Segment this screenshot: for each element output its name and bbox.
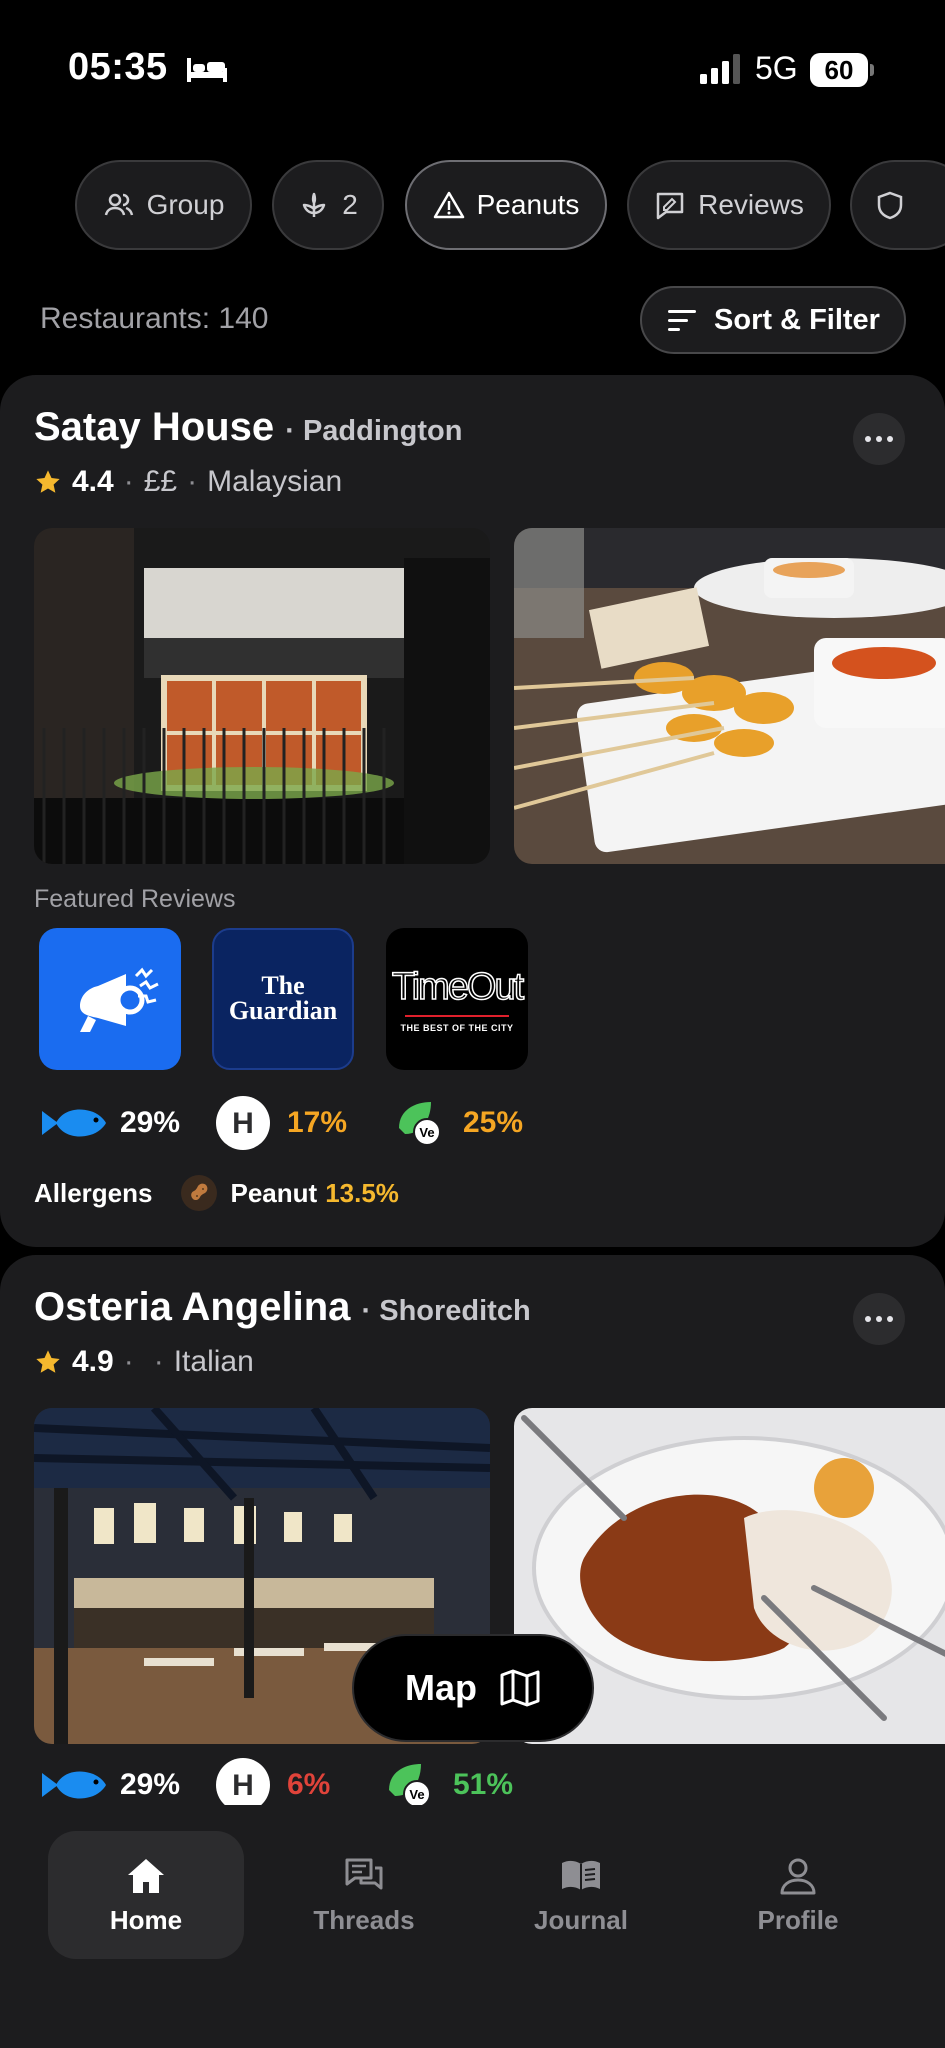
network-type: 5G: [755, 50, 798, 86]
tab-home[interactable]: Home: [48, 1831, 244, 1959]
peanut-icon: [180, 1175, 217, 1211]
sort-filter-button[interactable]: Sort & Filter: [640, 286, 906, 354]
timeout-underline: [405, 1014, 509, 1017]
score-value: 29%: [120, 1768, 181, 1801]
shield-icon: [877, 191, 903, 220]
restaurant-photo-food[interactable]: [514, 528, 945, 864]
tab-label: Threads: [313, 1904, 415, 1935]
restaurant-card[interactable]: Osteria Angelina · Shoreditch 4.9 · · It…: [0, 1255, 945, 1855]
allergens-row: Allergens Peanut 13.5%: [34, 1175, 399, 1211]
svg-text:Ve: Ve: [409, 1787, 424, 1802]
threads-icon: [345, 1858, 383, 1889]
fish-icon: [42, 1109, 106, 1137]
chip-label: Reviews: [698, 189, 804, 220]
more-options-button[interactable]: [853, 1293, 905, 1345]
rating-value: 4.9: [72, 1345, 114, 1378]
allergen-value: 13.5%: [325, 1177, 399, 1208]
restaurant-area: · Shoreditch: [361, 1295, 531, 1327]
svg-text:Ve: Ve: [419, 1125, 434, 1140]
score-value: 29%: [120, 1106, 181, 1139]
vegan-icon: Ve: [389, 1764, 431, 1808]
timeout-tagline: THE BEST OF THE CITY: [400, 1022, 514, 1033]
featured-reviews-label: Featured Reviews: [34, 885, 236, 913]
review-source-guardian[interactable]: The Guardian: [212, 928, 354, 1070]
sort-filter-label: Sort & Filter: [714, 303, 880, 336]
restaurant-name: Osteria Angelina: [34, 1285, 351, 1329]
journal-icon: [562, 1860, 600, 1890]
map-label: Map: [405, 1667, 477, 1708]
sleep-focus-icon: [187, 58, 227, 82]
star-icon: [36, 1350, 60, 1373]
restaurant-meta: 4.4 · ££ · Malaysian: [34, 465, 342, 499]
score-vegan: Ve 25%: [395, 1095, 523, 1151]
review-source-timeout[interactable]: TimeOut THE BEST OF THE CITY: [386, 928, 528, 1070]
tab-label: Home: [109, 1904, 183, 1935]
restaurant-photo-exterior[interactable]: [34, 528, 490, 864]
chip-more[interactable]: [850, 160, 945, 250]
allergen-name: Peanut: [230, 1177, 318, 1208]
status-time: 05:35: [68, 46, 168, 88]
map-icon: [500, 1669, 540, 1707]
sort-icon: [668, 310, 697, 331]
map-button[interactable]: Map: [352, 1634, 594, 1742]
review-source-megaphone[interactable]: [39, 928, 181, 1070]
guardian-name: Guardian: [228, 996, 338, 1025]
tab-threads[interactable]: Threads: [266, 1831, 462, 1959]
fish-icon: [42, 1771, 106, 1799]
score-fish: 29%: [40, 1095, 180, 1151]
restaurant-count: Restaurants: 140: [40, 302, 269, 335]
status-bar: 05:35 5G 60: [0, 0, 945, 140]
chip-label: 2: [342, 189, 358, 220]
star-icon: [36, 470, 60, 493]
restaurant-name: Satay House: [34, 405, 275, 449]
score-value: 17%: [287, 1106, 348, 1139]
cuisine: Italian: [173, 1345, 254, 1378]
battery-icon: 60: [810, 53, 874, 87]
chip-reviews[interactable]: Reviews: [627, 160, 831, 250]
people-icon: [104, 193, 133, 216]
score-value: 51%: [453, 1768, 514, 1801]
tab-journal[interactable]: Journal: [483, 1831, 679, 1959]
allergens-label: Allergens: [34, 1177, 153, 1208]
tab-profile[interactable]: Profile: [700, 1831, 896, 1959]
warning-icon: [433, 191, 464, 219]
battery-level: 60: [810, 53, 868, 87]
filter-chips: Group 2 Peanuts Reviews: [0, 160, 945, 252]
restaurant-card[interactable]: Satay House · Paddington 4.4 · ££ · Mala…: [0, 375, 945, 1247]
restaurant-title: Satay House · Paddington: [34, 405, 462, 450]
chip-label: Group: [146, 189, 225, 220]
score-halal: H 17%: [215, 1095, 347, 1151]
diet-icon: [302, 192, 326, 217]
timeout-name: TimeOut: [391, 965, 525, 1009]
tab-label: Profile: [757, 1904, 839, 1935]
tab-label: Journal: [534, 1904, 628, 1935]
vegan-icon: Ve: [399, 1102, 441, 1146]
score-value: 25%: [463, 1106, 524, 1139]
svg-text:H: H: [232, 1107, 254, 1140]
signal-icon: [700, 54, 740, 84]
megaphone-icon: [80, 967, 159, 1032]
review-icon: [656, 192, 684, 220]
home-icon: [128, 1858, 164, 1893]
rating-value: 4.4: [72, 465, 114, 498]
chip-diet[interactable]: 2: [272, 160, 384, 250]
chip-peanuts[interactable]: Peanuts: [405, 160, 607, 250]
halal-icon: H: [216, 1096, 270, 1150]
chip-label: Peanuts: [476, 189, 580, 220]
restaurant-meta: 4.9 · · Italian: [34, 1345, 254, 1379]
profile-icon: [780, 1858, 816, 1894]
price-level: ££: [143, 465, 178, 498]
restaurant-area: · Paddington: [285, 415, 463, 447]
chip-group[interactable]: Group: [75, 160, 252, 250]
more-options-button[interactable]: [853, 413, 905, 465]
cuisine: Malaysian: [207, 465, 343, 498]
score-value: 6%: [287, 1768, 331, 1801]
tab-bar: Home Threads Journal Profile: [0, 1805, 945, 2048]
svg-text:H: H: [232, 1769, 254, 1802]
restaurant-title: Osteria Angelina · Shoreditch: [34, 1285, 531, 1330]
